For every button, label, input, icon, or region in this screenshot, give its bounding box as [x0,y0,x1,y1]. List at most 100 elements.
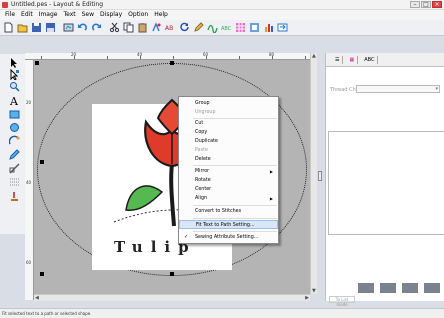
svg-text:ABC: ABC [221,26,232,32]
zoom-tool-icon[interactable] [8,80,21,92]
thread-chart-select[interactable]: ▾ [356,85,440,93]
menu-item-rotate[interactable]: Rotate [179,176,278,185]
shape-tool-icon[interactable] [8,108,21,120]
attribute-list[interactable] [328,131,444,235]
import-icon[interactable] [62,21,75,34]
menu-item-ungroup: Ungroup [195,110,216,115]
scroll-up-icon[interactable]: ▲ [312,53,316,59]
copy-icon[interactable] [122,21,135,34]
menu-item-copy[interactable]: Copy [179,128,278,137]
vertical-scrollbar[interactable]: ▲ ▼ [310,53,317,294]
tool-palette: A [0,54,25,234]
line-tool-icon[interactable] [8,162,21,174]
panel-tab-bar: ☰ ▦ ABC [326,53,444,67]
menu-item-paste: Paste [195,148,208,153]
window-controls: – □ × [410,1,442,8]
menu-bar: File Edit Image Text Sew Display Option … [0,10,444,20]
main-toolbar: AB ABC [0,20,444,36]
svg-text:AB: AB [165,25,173,32]
menu-item-sewing-attribute-setting[interactable]: ✓ Sewing Attribute Setting... [179,233,278,242]
chevron-down-icon: ▾ [435,86,438,92]
panel-splitter[interactable] [317,53,325,301]
punch-tool-icon[interactable] [8,190,21,202]
submenu-arrow-icon: ▶ [269,196,273,201]
tab-shape[interactable]: ☰ [332,55,344,64]
menu-item-delete[interactable]: Delete [179,155,278,164]
design-center-icon[interactable] [262,21,275,34]
top-ruler: 20 40 60 80 [25,52,317,60]
new-icon[interactable] [2,21,15,34]
scroll-left-icon[interactable]: ◀ [35,295,39,301]
window-title: Untitled.pes - Layout & Editing [11,1,104,8]
point-edit-icon[interactable] [8,68,21,80]
menu-item-cut[interactable]: Cut [179,119,278,128]
scroll-down-icon[interactable]: ▼ [312,288,316,294]
transfer-icon[interactable] [276,21,289,34]
stitch-to-block-icon[interactable]: AB [164,21,177,34]
panel-buttons [358,283,440,293]
attributes-panel: ☰ ▦ ABC Thread Chart ▾ To List mode [325,53,444,307]
resize-handle[interactable] [35,61,39,65]
menu-item-mirror[interactable]: Mirror ▶ [179,167,278,176]
brush-tool-icon[interactable] [8,148,21,160]
menu-help[interactable]: Help [151,10,171,20]
menu-edit[interactable]: Edit [18,10,36,20]
menu-item-align[interactable]: Align ▶ [179,194,278,203]
splitter-grip[interactable] [318,171,322,181]
select-arrow-icon[interactable] [8,56,21,68]
circle-tool-icon[interactable] [8,121,21,133]
panel-button[interactable] [358,283,374,293]
svg-text:A: A [9,95,19,106]
checkmark-icon: ✓ [184,234,189,240]
ruler-label: 20 [26,100,32,105]
save-as-icon[interactable] [44,21,57,34]
menu-option[interactable]: Option [125,10,151,20]
menu-display[interactable]: Display [97,10,125,20]
maximize-button[interactable]: □ [421,1,431,8]
resize-handle[interactable] [40,160,44,164]
panel-button[interactable] [402,283,418,293]
text-tool-icon[interactable]: A [8,94,21,106]
realistic-view-icon[interactable] [206,21,219,34]
save-icon[interactable] [30,21,43,34]
close-button[interactable]: × [432,1,442,8]
open-icon[interactable] [16,21,29,34]
scroll-right-icon[interactable]: ▶ [305,295,309,301]
resize-handle[interactable] [170,61,174,65]
status-bar: Fit selected text to a path or selected … [0,308,444,318]
resize-handle[interactable] [170,272,174,276]
zoom-icon[interactable] [248,21,261,34]
pen-icon[interactable] [192,21,205,34]
context-menu: Group Ungroup Cut Copy Duplicate Paste D… [178,96,279,244]
paste-icon[interactable] [136,21,149,34]
menu-image[interactable]: Image [36,10,61,20]
horizontal-scrollbar[interactable]: ◀ ▶ [34,294,310,301]
grid-icon[interactable] [234,21,247,34]
undo-icon[interactable] [76,21,89,34]
minimize-button[interactable]: – [410,1,420,8]
menu-item-duplicate[interactable]: Duplicate [179,137,278,146]
tab-abc[interactable]: ABC [361,55,379,64]
menu-sew[interactable]: Sew [79,10,97,20]
menu-item-group[interactable]: Group [179,99,278,108]
panel-button[interactable] [424,283,440,293]
tab-sew[interactable]: ▦ [346,55,359,64]
title-bar: Untitled.pes - Layout & Editing – □ × [0,0,444,10]
menu-item-convert-to-stitches[interactable]: Convert to Stitches [179,207,278,216]
to-list-mode-button[interactable]: To List mode [329,296,355,307]
text-icon[interactable]: ABC [220,21,233,34]
resize-handle[interactable] [40,272,44,276]
menu-item-center[interactable]: Center [179,185,278,194]
menu-item-fit-text-to-path[interactable]: Fit Text to Path Setting... [179,220,278,229]
menu-file[interactable]: File [2,10,18,20]
stitch-wizard-icon[interactable] [150,21,163,34]
ruler-label: 40 [26,180,32,185]
refresh-icon[interactable] [178,21,191,34]
cut-icon[interactable] [108,21,121,34]
arc-tool-icon[interactable] [8,134,21,146]
stitch-tool-icon[interactable] [8,176,21,188]
ruler-label: 60 [26,260,32,265]
redo-icon[interactable] [90,21,103,34]
menu-text[interactable]: Text [60,10,78,20]
panel-button[interactable] [380,283,396,293]
